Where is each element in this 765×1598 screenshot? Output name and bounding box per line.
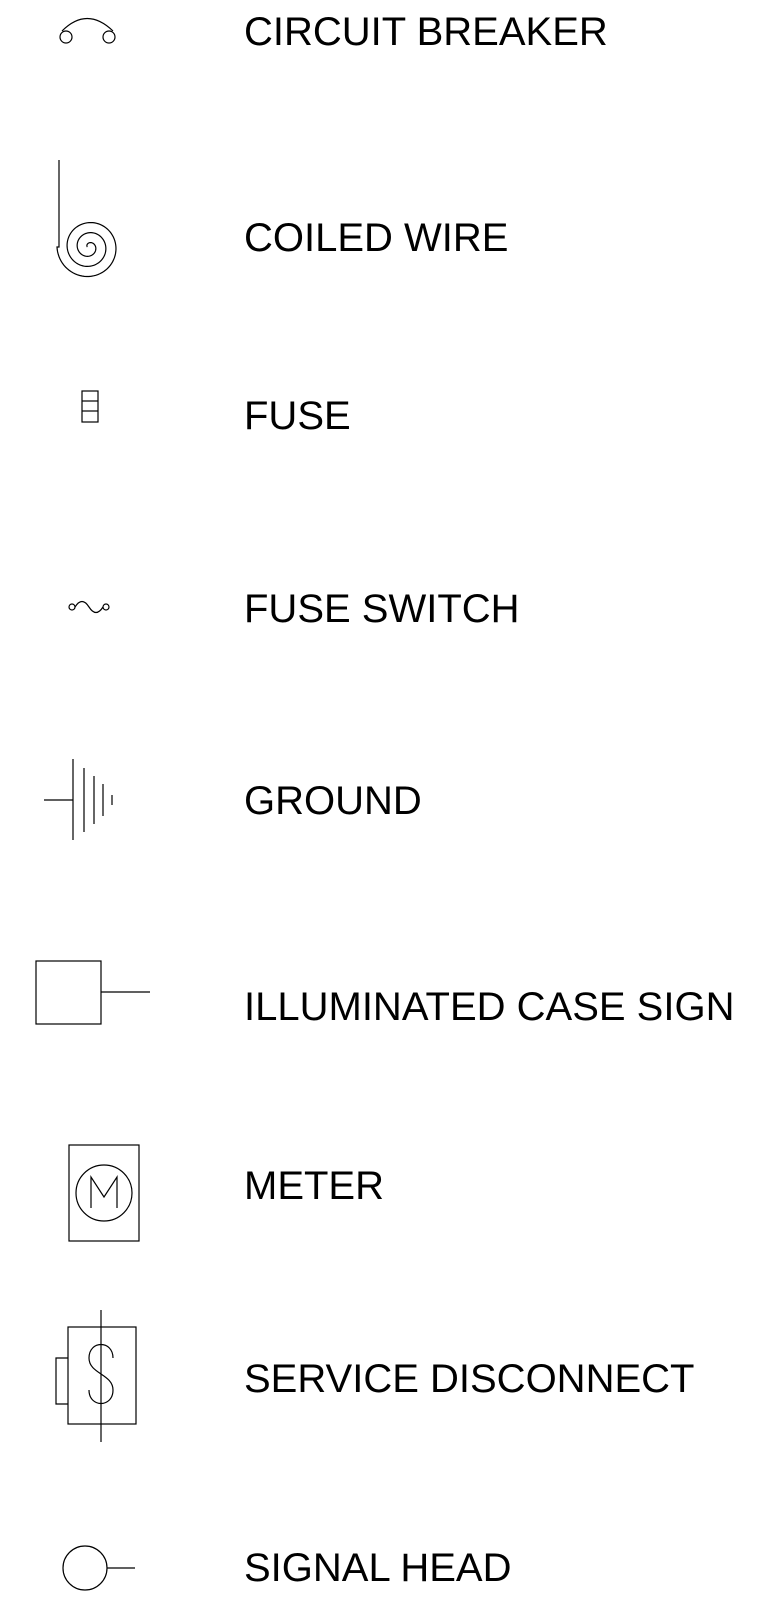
signal-head-label: SIGNAL HEAD bbox=[244, 1546, 512, 1590]
ground-icon bbox=[44, 759, 113, 840]
signal-head-icon bbox=[62, 1545, 135, 1591]
fuse-label: FUSE bbox=[244, 394, 351, 438]
fuse-icon bbox=[81, 390, 99, 423]
illuminated-case-sign-label: ILLUMINATED CASE SIGN bbox=[244, 985, 735, 1029]
service-disconnect-label: SERVICE DISCONNECT bbox=[244, 1357, 695, 1401]
coiled-wire-icon bbox=[56, 160, 117, 278]
coiled-wire-label: COILED WIRE bbox=[244, 216, 509, 260]
circuit-breaker-icon bbox=[59, 18, 116, 44]
illuminated-case-sign-icon bbox=[35, 960, 150, 1025]
ground-label: GROUND bbox=[244, 779, 422, 823]
fuse-switch-icon bbox=[68, 600, 110, 614]
electrical-symbol-legend: CIRCUIT BREAKER COILED WIRE FUSE FUSE SW… bbox=[0, 0, 765, 1598]
legend-symbols bbox=[35, 18, 150, 1591]
meter-label: METER bbox=[244, 1164, 384, 1208]
circuit-breaker-label: CIRCUIT BREAKER bbox=[244, 10, 608, 54]
fuse-switch-label: FUSE SWITCH bbox=[244, 587, 520, 631]
meter-icon bbox=[68, 1144, 140, 1242]
service-disconnect-icon bbox=[55, 1310, 137, 1442]
